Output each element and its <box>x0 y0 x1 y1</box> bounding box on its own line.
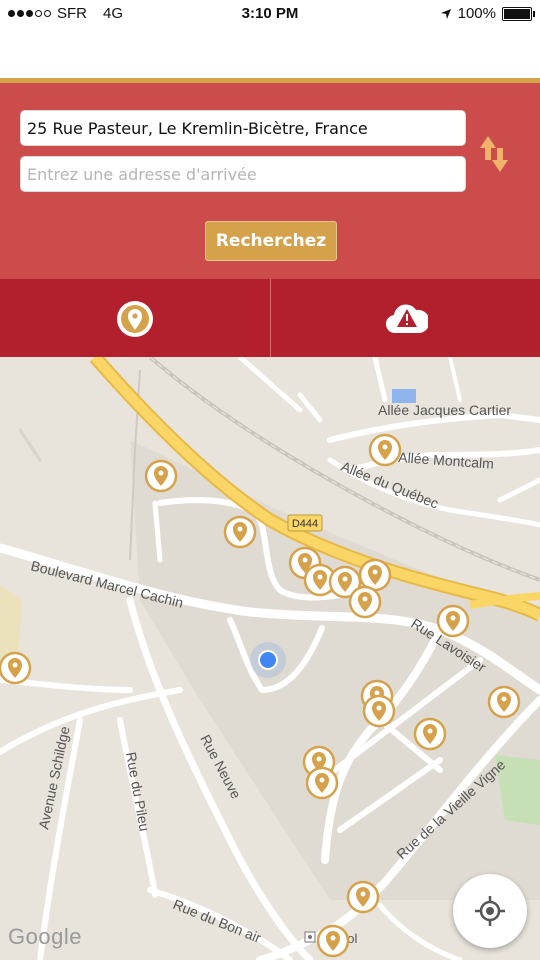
tab-locations[interactable] <box>0 279 270 357</box>
tab-alerts[interactable] <box>270 279 540 357</box>
street-label: Allée Jacques Cartier <box>378 402 511 418</box>
map-marker[interactable] <box>144 459 178 493</box>
map-marker[interactable] <box>358 558 392 592</box>
swap-addresses-button[interactable] <box>476 134 512 174</box>
location-arrow-icon <box>440 8 451 19</box>
map-marker[interactable] <box>0 651 32 685</box>
map-marker[interactable] <box>223 515 257 549</box>
my-location-button[interactable] <box>453 874 527 948</box>
swap-arrows-icon <box>480 136 508 172</box>
crosshair-icon <box>475 896 505 926</box>
road-number-label: D444 <box>292 518 318 530</box>
tab-bar <box>0 279 540 357</box>
map-marker[interactable] <box>346 880 380 914</box>
start-address-input[interactable]: 25 Rue Pasteur, Le Kremlin-Bicètre, Fran… <box>20 110 466 146</box>
alert-cloud-icon <box>386 304 428 334</box>
end-address-input[interactable]: Entrez une adresse d'arrivée <box>20 156 466 192</box>
user-location-dot <box>260 652 276 668</box>
google-attribution: Google <box>8 924 82 949</box>
map-view[interactable]: D444 Allée Jacques Cartier Allée Montcal… <box>0 357 540 960</box>
map-marker[interactable] <box>413 717 447 751</box>
map-marker[interactable] <box>316 924 350 958</box>
map-marker[interactable] <box>487 685 521 719</box>
search-button[interactable]: Recherchez <box>205 221 337 261</box>
map-marker[interactable] <box>305 766 339 800</box>
battery-icon <box>502 6 535 21</box>
map-marker[interactable] <box>348 585 382 619</box>
map-canvas: D444 Allée Jacques Cartier Allée Montcal… <box>0 357 540 960</box>
map-marker[interactable] <box>362 694 396 728</box>
nav-bar <box>0 28 540 78</box>
status-bar: SFR 4G 3:10 PM 100% <box>0 0 540 28</box>
location-pin-icon <box>117 301 153 337</box>
map-marker[interactable] <box>436 604 470 638</box>
battery-percent: 100% <box>457 5 496 22</box>
map-marker[interactable] <box>368 433 402 467</box>
